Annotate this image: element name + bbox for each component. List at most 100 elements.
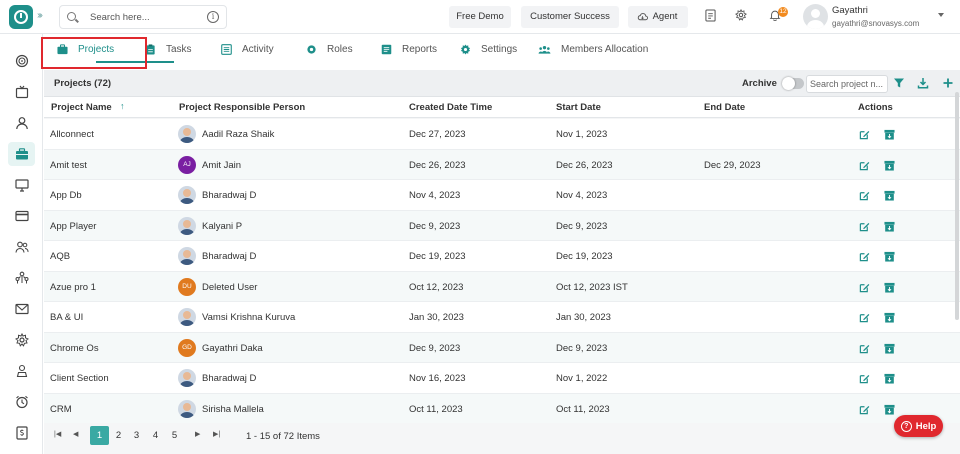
expand-sidebar-icon[interactable]: ››› xyxy=(37,10,43,21)
table-row[interactable]: App Player Kalyani P Dec 9, 2023 Dec 9, 202… xyxy=(44,210,960,241)
sidebar-projects-briefcase-icon[interactable] xyxy=(8,142,35,166)
tab-reports[interactable]: Reports xyxy=(381,34,437,64)
user-avatar[interactable] xyxy=(803,4,828,29)
archive-icon[interactable] xyxy=(884,190,895,201)
responsible-person-cell: Gayathri Daka xyxy=(202,342,263,354)
tab-activity[interactable]: Activity xyxy=(221,34,274,64)
sidebar-alarm-clock-icon[interactable] xyxy=(8,390,35,414)
col-project-name[interactable]: Project Name xyxy=(51,102,112,113)
document-icon[interactable] xyxy=(702,9,718,25)
archive-icon[interactable] xyxy=(884,343,895,354)
created-date-cell: Jan 30, 2023 xyxy=(409,312,464,323)
table-row[interactable]: Amit test AJ Amit Jain Dec 26, 2023 Dec 26, … xyxy=(44,149,960,180)
tab-settings[interactable]: Settings xyxy=(460,34,517,64)
edit-icon[interactable] xyxy=(859,129,870,140)
table-row[interactable]: BA & UI Vamsi Krishna Kuruva Jan 30, 2023 J… xyxy=(44,302,960,333)
table-row[interactable]: App Db Bharadwaj D Nov 4, 2023 Nov 4, 2023 xyxy=(44,180,960,211)
page-1[interactable]: 1 xyxy=(90,426,109,445)
tab-members-allocation[interactable]: Members Allocation xyxy=(538,34,648,64)
page-4[interactable]: 4 xyxy=(146,426,165,445)
edit-icon[interactable] xyxy=(859,282,870,293)
edit-icon[interactable] xyxy=(859,404,870,415)
download-icon[interactable] xyxy=(917,77,929,89)
page-2[interactable]: 2 xyxy=(109,426,128,445)
app-logo[interactable] xyxy=(9,5,33,29)
archive-icon[interactable] xyxy=(884,373,895,384)
created-date-cell: Dec 9, 2023 xyxy=(409,342,461,354)
archive-icon[interactable] xyxy=(884,312,895,323)
table-row[interactable]: AQB Bharadwaj D Dec 19, 2023 Dec 19, 2023 xyxy=(44,241,960,272)
prev-page-icon[interactable]: ◀ xyxy=(73,430,78,438)
archive-icon[interactable] xyxy=(884,251,895,262)
edit-icon[interactable] xyxy=(859,312,870,323)
table-row[interactable]: Azue pro 1 DU Deleted User Oct 12, 2023 Oct … xyxy=(44,271,960,302)
edit-icon[interactable] xyxy=(859,343,870,354)
sidebar-mail-icon[interactable] xyxy=(8,297,35,321)
table-row[interactable]: CRM Sirisha Mallela Oct 11, 2023 Oct 11, 20… xyxy=(44,393,960,424)
global-search: i xyxy=(59,5,227,29)
next-page-icon[interactable]: ▶ xyxy=(195,430,200,438)
archive-icon[interactable] xyxy=(884,221,895,232)
archive-label: Archive xyxy=(742,78,777,89)
table-row[interactable]: Client Section Bharadwaj D Nov 16, 2023 Nov… xyxy=(44,363,960,394)
sidebar-tv-icon[interactable] xyxy=(8,80,35,104)
agent-button[interactable]: Agent xyxy=(628,6,688,28)
global-search-input[interactable] xyxy=(90,10,200,25)
tab-tasks[interactable]: Tasks xyxy=(145,34,192,64)
responsible-person-cell: Vamsi Krishna Kuruva xyxy=(202,312,296,323)
col-responsible-person[interactable]: Project Responsible Person xyxy=(179,102,305,113)
vertical-scrollbar[interactable] xyxy=(955,92,959,320)
archive-icon[interactable] xyxy=(884,404,895,415)
project-search-input[interactable] xyxy=(806,75,888,93)
archive-icon[interactable] xyxy=(884,129,895,140)
sidebar-invoice-icon[interactable] xyxy=(8,421,35,445)
left-sidebar xyxy=(0,34,43,454)
responsible-person-cell: Deleted User xyxy=(202,281,258,293)
user-menu-caret-icon[interactable] xyxy=(938,13,944,17)
person-avatar: AJ xyxy=(178,155,196,174)
archive-icon[interactable] xyxy=(884,160,895,171)
archive-toggle[interactable] xyxy=(782,77,804,90)
start-date-cell: Dec 9, 2023 xyxy=(556,342,608,354)
table-row[interactable]: Chrome Os GD Gayathri Daka Dec 9, 2023 Dec 9… xyxy=(44,332,960,363)
page-5[interactable]: 5 xyxy=(165,426,184,445)
customer-success-button[interactable]: Customer Success xyxy=(521,6,619,28)
col-start-date[interactable]: Start Date xyxy=(556,102,601,113)
edit-icon[interactable] xyxy=(859,190,870,201)
sidebar-team-icon[interactable] xyxy=(8,235,35,259)
created-date-cell: Oct 11, 2023 xyxy=(409,403,463,415)
created-date-cell: Dec 27, 2023 xyxy=(409,129,466,140)
info-icon[interactable]: i xyxy=(207,11,219,23)
col-end-date[interactable]: End Date xyxy=(704,102,745,113)
free-demo-button[interactable]: Free Demo xyxy=(449,6,511,28)
sort-ascending-icon[interactable]: ↑ xyxy=(120,101,125,111)
col-created-date[interactable]: Created Date Time xyxy=(409,102,492,113)
sidebar-user-icon[interactable] xyxy=(8,111,35,135)
page-3[interactable]: 3 xyxy=(127,426,146,445)
user-name[interactable]: Gayathri xyxy=(832,5,868,16)
last-page-icon[interactable]: ▶| xyxy=(213,430,220,438)
edit-icon[interactable] xyxy=(859,373,870,384)
sidebar-card-icon[interactable] xyxy=(8,204,35,228)
tab-roles[interactable]: Roles xyxy=(306,34,353,64)
table-row[interactable]: Allconnect Aadil Raza Shaik Dec 27, 2023 No… xyxy=(44,119,960,150)
sidebar-hierarchy-icon[interactable] xyxy=(8,266,35,290)
tab-projects[interactable]: Projects xyxy=(57,34,114,64)
panel-header: Projects (72) Archive xyxy=(44,70,960,97)
sidebar-person-badge-icon[interactable] xyxy=(8,359,35,383)
filter-icon[interactable] xyxy=(893,77,905,89)
help-question-icon: ? xyxy=(900,420,912,432)
sidebar-monitor-icon[interactable] xyxy=(8,173,35,197)
edit-icon[interactable] xyxy=(859,160,870,171)
archive-icon[interactable] xyxy=(884,282,895,293)
help-button[interactable]: ? Help xyxy=(894,415,943,437)
edit-icon[interactable] xyxy=(859,251,870,262)
sidebar-dashboard-icon[interactable] xyxy=(8,49,35,73)
edit-icon[interactable] xyxy=(859,221,870,232)
table-header: Project Name ↑ Project Responsible Perso… xyxy=(44,97,960,118)
settings-gear-icon[interactable] xyxy=(733,8,749,25)
responsible-person-cell: Bharadwaj D xyxy=(202,373,257,384)
sidebar-settings-icon[interactable] xyxy=(8,328,35,352)
first-page-icon[interactable]: |◀ xyxy=(54,430,61,438)
add-project-icon[interactable] xyxy=(942,77,954,89)
